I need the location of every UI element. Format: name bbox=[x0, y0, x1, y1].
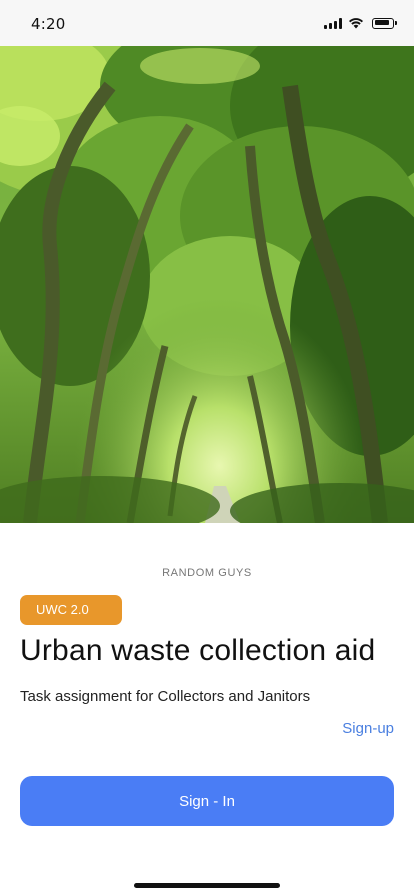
page-title: Urban waste collection aid bbox=[20, 634, 376, 667]
sign-up-link[interactable]: Sign-up bbox=[342, 720, 394, 737]
status-time: 4:20 bbox=[31, 15, 66, 33]
tree-lined-path-photo bbox=[0, 46, 414, 523]
welcome-screen: 4:20 RANDOM GUYS UWC 2.0 Urban waste col… bbox=[0, 0, 414, 896]
page-subtitle: Task assignment for Collectors and Janit… bbox=[20, 688, 311, 705]
version-badge: UWC 2.0 bbox=[20, 595, 122, 625]
wifi-icon bbox=[349, 18, 363, 29]
sign-in-button[interactable]: Sign - In bbox=[20, 776, 394, 826]
brand-label: RANDOM GUYS bbox=[162, 567, 252, 579]
hero-image bbox=[0, 46, 414, 523]
battery-icon bbox=[372, 17, 397, 29]
status-bar: 4:20 bbox=[0, 0, 414, 46]
home-indicator bbox=[134, 883, 280, 888]
cellular-signal-icon bbox=[324, 17, 342, 29]
status-icons bbox=[324, 17, 397, 29]
